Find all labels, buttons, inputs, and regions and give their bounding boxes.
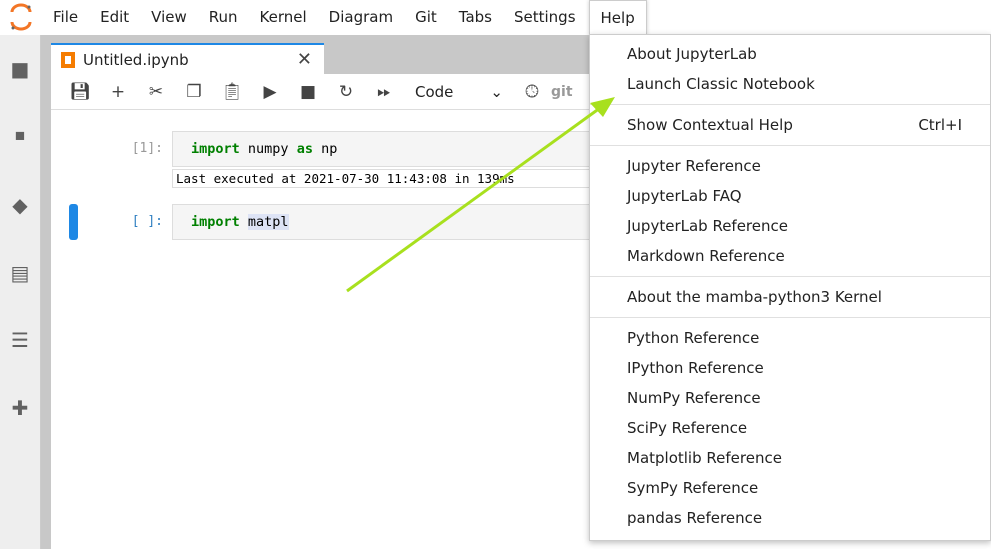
- folder-icon[interactable]: ■: [8, 57, 32, 81]
- menu-item-pandas-reference[interactable]: pandas Reference: [590, 503, 990, 533]
- menu-item-label: NumPy Reference: [627, 389, 761, 407]
- copy-icon[interactable]: ❐: [175, 82, 213, 102]
- menu-item-label: Matplotlib Reference: [627, 449, 782, 467]
- menu-item-numpy-reference[interactable]: NumPy Reference: [590, 383, 990, 413]
- paste-icon[interactable]: 📋︎: [213, 82, 251, 102]
- notebook-icon: [61, 51, 75, 68]
- menu-settings[interactable]: Settings: [503, 0, 587, 35]
- close-icon[interactable]: ✕: [297, 49, 312, 70]
- menu-item-label: Python Reference: [627, 329, 760, 347]
- menu-file[interactable]: File: [42, 0, 89, 35]
- code-token: matpl: [247, 214, 289, 230]
- menu-item-label: About JupyterLab: [627, 45, 757, 63]
- clock-icon[interactable]: 🕓︎: [513, 82, 551, 102]
- menu-item-python-reference[interactable]: Python Reference: [590, 323, 990, 353]
- menu-item-about-jupyterlab[interactable]: About JupyterLab: [590, 39, 990, 69]
- menu-item-label: Launch Classic Notebook: [627, 75, 815, 93]
- menu-item-shortcut: Ctrl+I: [918, 116, 962, 134]
- save-icon[interactable]: 💾︎: [61, 82, 99, 102]
- menu-item-show-contextual-help[interactable]: Show Contextual Help Ctrl+I: [590, 110, 990, 140]
- stop-icon[interactable]: ■: [289, 82, 327, 102]
- menu-item-label: IPython Reference: [627, 359, 764, 377]
- cell-prompt: [ ]:: [131, 214, 163, 229]
- left-sidebar: ■ ⏹ ◆ ▤ ☰ ✚: [0, 35, 41, 549]
- menu-run[interactable]: Run: [198, 0, 249, 35]
- menu-edit[interactable]: Edit: [89, 0, 140, 35]
- git-button[interactable]: git: [551, 84, 573, 100]
- menubar: File Edit View Run Kernel Diagram Git Tabs Setti…: [0, 0, 991, 35]
- chevron-down-icon: ⌄: [490, 82, 503, 101]
- code-token: import: [191, 141, 240, 157]
- menu-item-launch-classic-notebook[interactable]: Launch Classic Notebook: [590, 69, 990, 99]
- cell-type-select[interactable]: Code ⌄: [403, 83, 513, 101]
- menu-item-label: JupyterLab FAQ: [627, 187, 742, 205]
- menu-item-label: JupyterLab Reference: [627, 217, 788, 235]
- menu-diagram[interactable]: Diagram: [318, 0, 404, 35]
- table-of-contents-icon[interactable]: ☰: [8, 328, 32, 352]
- extension-puzzle-icon[interactable]: ✚: [8, 396, 32, 420]
- cut-icon[interactable]: ✂: [137, 82, 175, 102]
- active-cell-indicator: [69, 204, 78, 240]
- menu-item-sympy-reference[interactable]: SymPy Reference: [590, 473, 990, 503]
- menu-item-markdown-reference[interactable]: Markdown Reference: [590, 241, 990, 271]
- restart-icon[interactable]: ↻: [327, 82, 365, 102]
- menu-item-label: Show Contextual Help: [627, 116, 793, 134]
- menu-separator: [590, 145, 990, 146]
- menu-item-ipython-reference[interactable]: IPython Reference: [590, 353, 990, 383]
- running-stop-icon[interactable]: ⏹: [8, 123, 32, 147]
- fast-forward-icon[interactable]: ⏩︎: [365, 82, 403, 102]
- menu-separator: [590, 104, 990, 105]
- code-token: import: [191, 214, 240, 230]
- menu-tabs[interactable]: Tabs: [448, 0, 503, 35]
- menu-item-label: About the mamba-python3 Kernel: [627, 288, 882, 306]
- menu-help[interactable]: Help: [588, 0, 647, 35]
- jupyter-logo-icon: [0, 0, 42, 35]
- menu-item-jupyterlab-reference[interactable]: JupyterLab Reference: [590, 211, 990, 241]
- menu-item-scipy-reference[interactable]: SciPy Reference: [590, 413, 990, 443]
- menu-view[interactable]: View: [140, 0, 198, 35]
- menu-item-label: Jupyter Reference: [627, 157, 761, 175]
- cell-prompt: [1]:: [131, 141, 163, 156]
- menu-item-label: SymPy Reference: [627, 479, 759, 497]
- git-icon[interactable]: ◆: [8, 193, 32, 217]
- menu-separator: [590, 276, 990, 277]
- tab-untitled-ipynb[interactable]: Untitled.ipynb ✕: [51, 43, 324, 74]
- menu-item-jupyter-reference[interactable]: Jupyter Reference: [590, 151, 990, 181]
- menu-item-label: Markdown Reference: [627, 247, 785, 265]
- menu-item-jupyterlab-faq[interactable]: JupyterLab FAQ: [590, 181, 990, 211]
- cell-type-value: Code: [415, 82, 454, 101]
- run-icon[interactable]: ▶: [251, 82, 289, 102]
- tab-label: Untitled.ipynb: [83, 50, 189, 69]
- menu-item-matplotlib-reference[interactable]: Matplotlib Reference: [590, 443, 990, 473]
- menu-kernel[interactable]: Kernel: [249, 0, 318, 35]
- menu-git[interactable]: Git: [404, 0, 448, 35]
- help-menu-dropdown: About JupyterLab Launch Classic Notebook S…: [589, 34, 991, 541]
- code-token: numpy: [239, 141, 297, 157]
- menu-item-about-the-mamba-python3-kernel[interactable]: About the mamba-python3 Kernel: [590, 282, 990, 312]
- code-token: np: [312, 141, 338, 157]
- add-cell-icon[interactable]: +: [99, 82, 137, 102]
- menu-item-label: SciPy Reference: [627, 419, 748, 437]
- menu-item-label: pandas Reference: [627, 509, 763, 527]
- property-inspector-icon[interactable]: ▤: [8, 261, 32, 285]
- menu-separator: [590, 317, 990, 318]
- code-token: as: [296, 141, 313, 157]
